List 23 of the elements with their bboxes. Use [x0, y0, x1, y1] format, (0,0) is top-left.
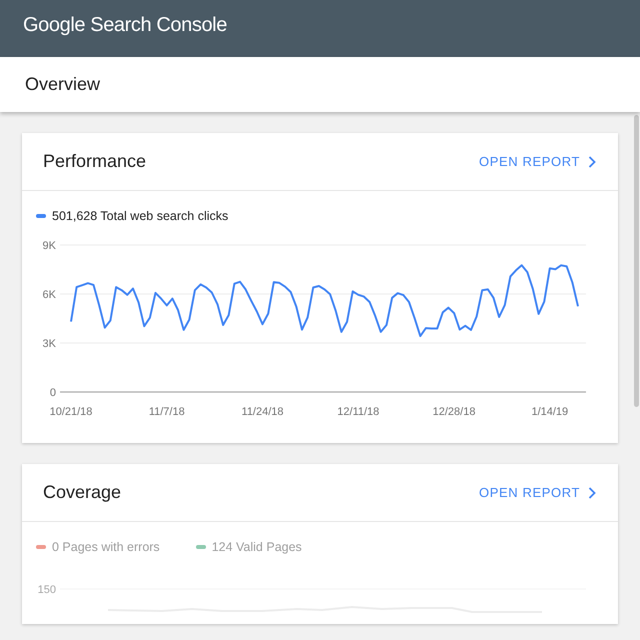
open-report-link[interactable]: OPEN REPORT [479, 154, 596, 169]
scrollbar[interactable] [634, 115, 639, 407]
app-title: Google Search Console [23, 14, 227, 37]
legend-label: 0 Pages with errors [52, 540, 160, 554]
axis-tick-label: 12/28/18 [432, 406, 476, 418]
axis-tick-label: 1/14/19 [531, 406, 568, 418]
card-title: Coverage [43, 482, 122, 503]
legend-label: 124 Valid Pages [212, 540, 302, 554]
chevron-right-icon [588, 486, 596, 498]
axis-tick-label: 0 [50, 387, 56, 399]
axis-tick-label: 10/21/18 [50, 406, 92, 418]
page-title: Overview [25, 74, 100, 95]
legend-label: 501,628 Total web search clicks [52, 209, 228, 223]
axis-tick-label: 3K [42, 338, 56, 350]
open-report-link[interactable]: OPEN REPORT [479, 485, 596, 500]
axis-tick-label: 11/7/18 [148, 406, 185, 418]
axis-tick-label: 6K [42, 289, 56, 301]
axis-tick-label: 9K [42, 240, 56, 252]
chevron-right-icon [588, 156, 596, 168]
card-title: Performance [43, 151, 146, 172]
axis-tick-label: 11/24/18 [242, 406, 284, 418]
axis-tick-label: 150 [38, 584, 56, 596]
axis-tick-label: 12/11/18 [337, 406, 380, 418]
